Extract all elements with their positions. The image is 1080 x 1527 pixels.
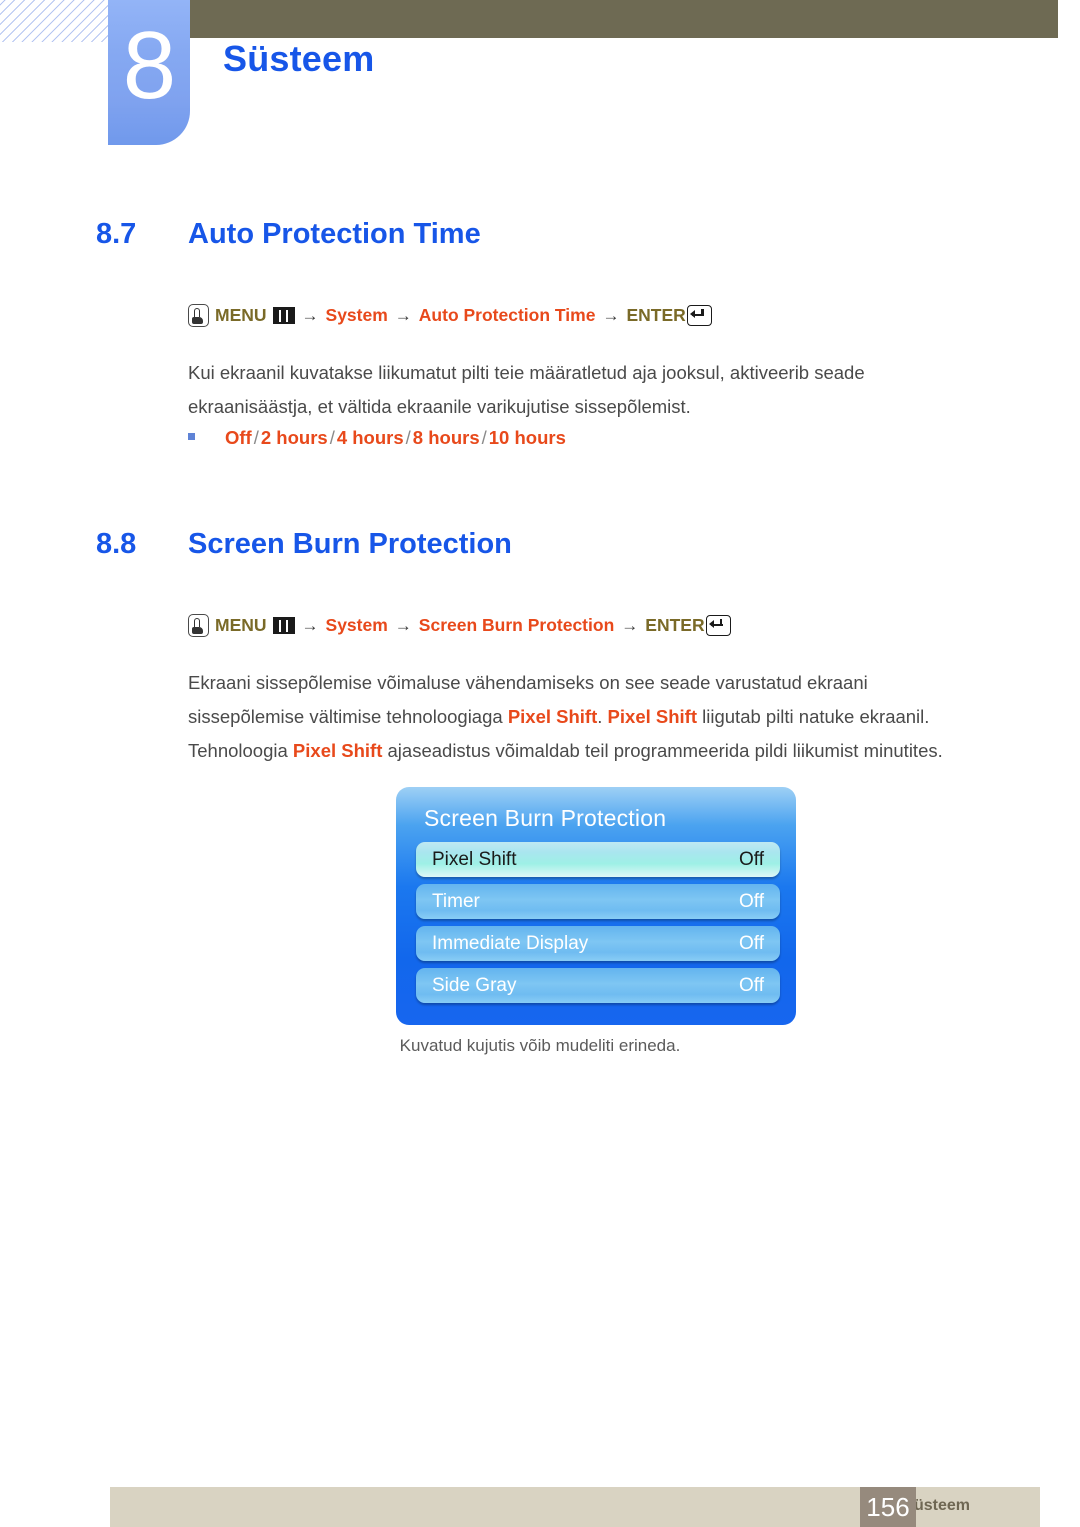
arrow-icon-3: → (621, 616, 639, 635)
option-10-hours: 10 hours (488, 427, 566, 448)
option-separator-2: / (329, 427, 335, 448)
highlight-pixel-shift-3: Pixel Shift (292, 740, 383, 761)
paragraph-8-8: Ekraani sissepõlemise võimaluse vähendam… (188, 666, 988, 768)
enter-key-icon (705, 615, 731, 636)
option-off: Off (225, 427, 252, 448)
osd-row-value: Off (739, 890, 764, 912)
paragraph-part-2: . (597, 706, 608, 727)
bullet-icon (188, 433, 195, 440)
osd-row-timer[interactable]: Timer Off (416, 884, 780, 919)
osd-row-value: Off (739, 848, 764, 870)
osd-panel-title: Screen Burn Protection (424, 805, 667, 831)
arrow-icon-1: → (301, 616, 319, 635)
menu-path-item-system: System (325, 304, 388, 325)
highlight-pixel-shift-1: Pixel Shift (507, 706, 598, 727)
section-title: Auto Protection Time (188, 218, 481, 250)
menu-path-8-8: MENU → System → Screen Burn Protection →… (188, 614, 731, 637)
menu-bars-icon (272, 617, 295, 634)
section-heading-8-7: 8.7 Auto Protection Time (96, 218, 481, 251)
osd-row-value: Off (739, 932, 764, 954)
osd-screen-burn-protection-panel: Screen Burn Protection Pixel Shift Off T… (396, 787, 796, 1025)
footer-page-number: 156 (860, 1487, 916, 1527)
menu-path-item-auto-protection-time: Auto Protection Time (418, 304, 596, 325)
chapter-number: 8 (122, 12, 176, 119)
osd-row-pixel-shift[interactable]: Pixel Shift Off (416, 842, 780, 877)
menu-key-label: MENU (215, 614, 267, 635)
osd-caption: Kuvatud kujutis võib mudeliti erineda. (399, 1036, 681, 1055)
menu-path-item-system: System (325, 614, 388, 635)
paragraph-part-4: ajaseadistus võimaldab teil programmeeri… (382, 740, 943, 761)
section-number: 8.8 (96, 528, 137, 560)
enter-key-icon (686, 305, 712, 326)
header-olive-bar (190, 0, 1058, 38)
menu-bars-icon (272, 307, 295, 324)
arrow-icon-3: → (602, 306, 620, 325)
hand-press-icon (188, 614, 209, 637)
arrow-icon-1: → (301, 306, 319, 325)
decorative-hatch-pattern (0, 0, 112, 42)
arrow-icon-2: → (394, 616, 412, 635)
hand-press-icon (188, 304, 209, 327)
osd-row-label: Pixel Shift (432, 848, 517, 870)
osd-row-label: Timer (432, 890, 480, 912)
section-number: 8.7 (96, 218, 137, 250)
chapter-title: Süsteem (223, 38, 375, 79)
osd-row-immediate-display[interactable]: Immediate Display Off (416, 926, 780, 961)
option-2-hours: 2 hours (260, 427, 328, 448)
osd-row-label: Immediate Display (432, 932, 589, 954)
arrow-icon-2: → (394, 306, 412, 325)
option-separator-1: / (253, 427, 259, 448)
section-title: Screen Burn Protection (188, 528, 512, 560)
menu-path-8-7: MENU → System → Auto Protection Time → E… (188, 304, 712, 327)
menu-key-label: MENU (215, 304, 267, 325)
menu-path-item-screen-burn-protection: Screen Burn Protection (418, 614, 615, 635)
enter-key-label: ENTER (626, 304, 686, 325)
highlight-pixel-shift-2: Pixel Shift (607, 706, 697, 727)
option-4-hours: 4 hours (336, 427, 404, 448)
enter-key-label: ENTER (645, 614, 705, 635)
option-separator-4: / (481, 427, 487, 448)
osd-row-value: Off (739, 974, 764, 996)
paragraph-8-7: Kui ekraanil kuvatakse liikumatut pilti … (188, 362, 865, 417)
chapter-tab: 8 (108, 0, 190, 145)
option-separator-3: / (405, 427, 411, 448)
option-8-hours: 8 hours (412, 427, 480, 448)
osd-row-side-gray[interactable]: Side Gray Off (416, 968, 780, 1003)
option-list-8-7: Off / 2 hours / 4 hours / 8 hours / 10 h… (188, 427, 566, 449)
osd-row-label: Side Gray (432, 974, 517, 996)
section-heading-8-8: 8.8 Screen Burn Protection (96, 528, 512, 561)
page-header: 8 Süsteem (0, 0, 1080, 170)
